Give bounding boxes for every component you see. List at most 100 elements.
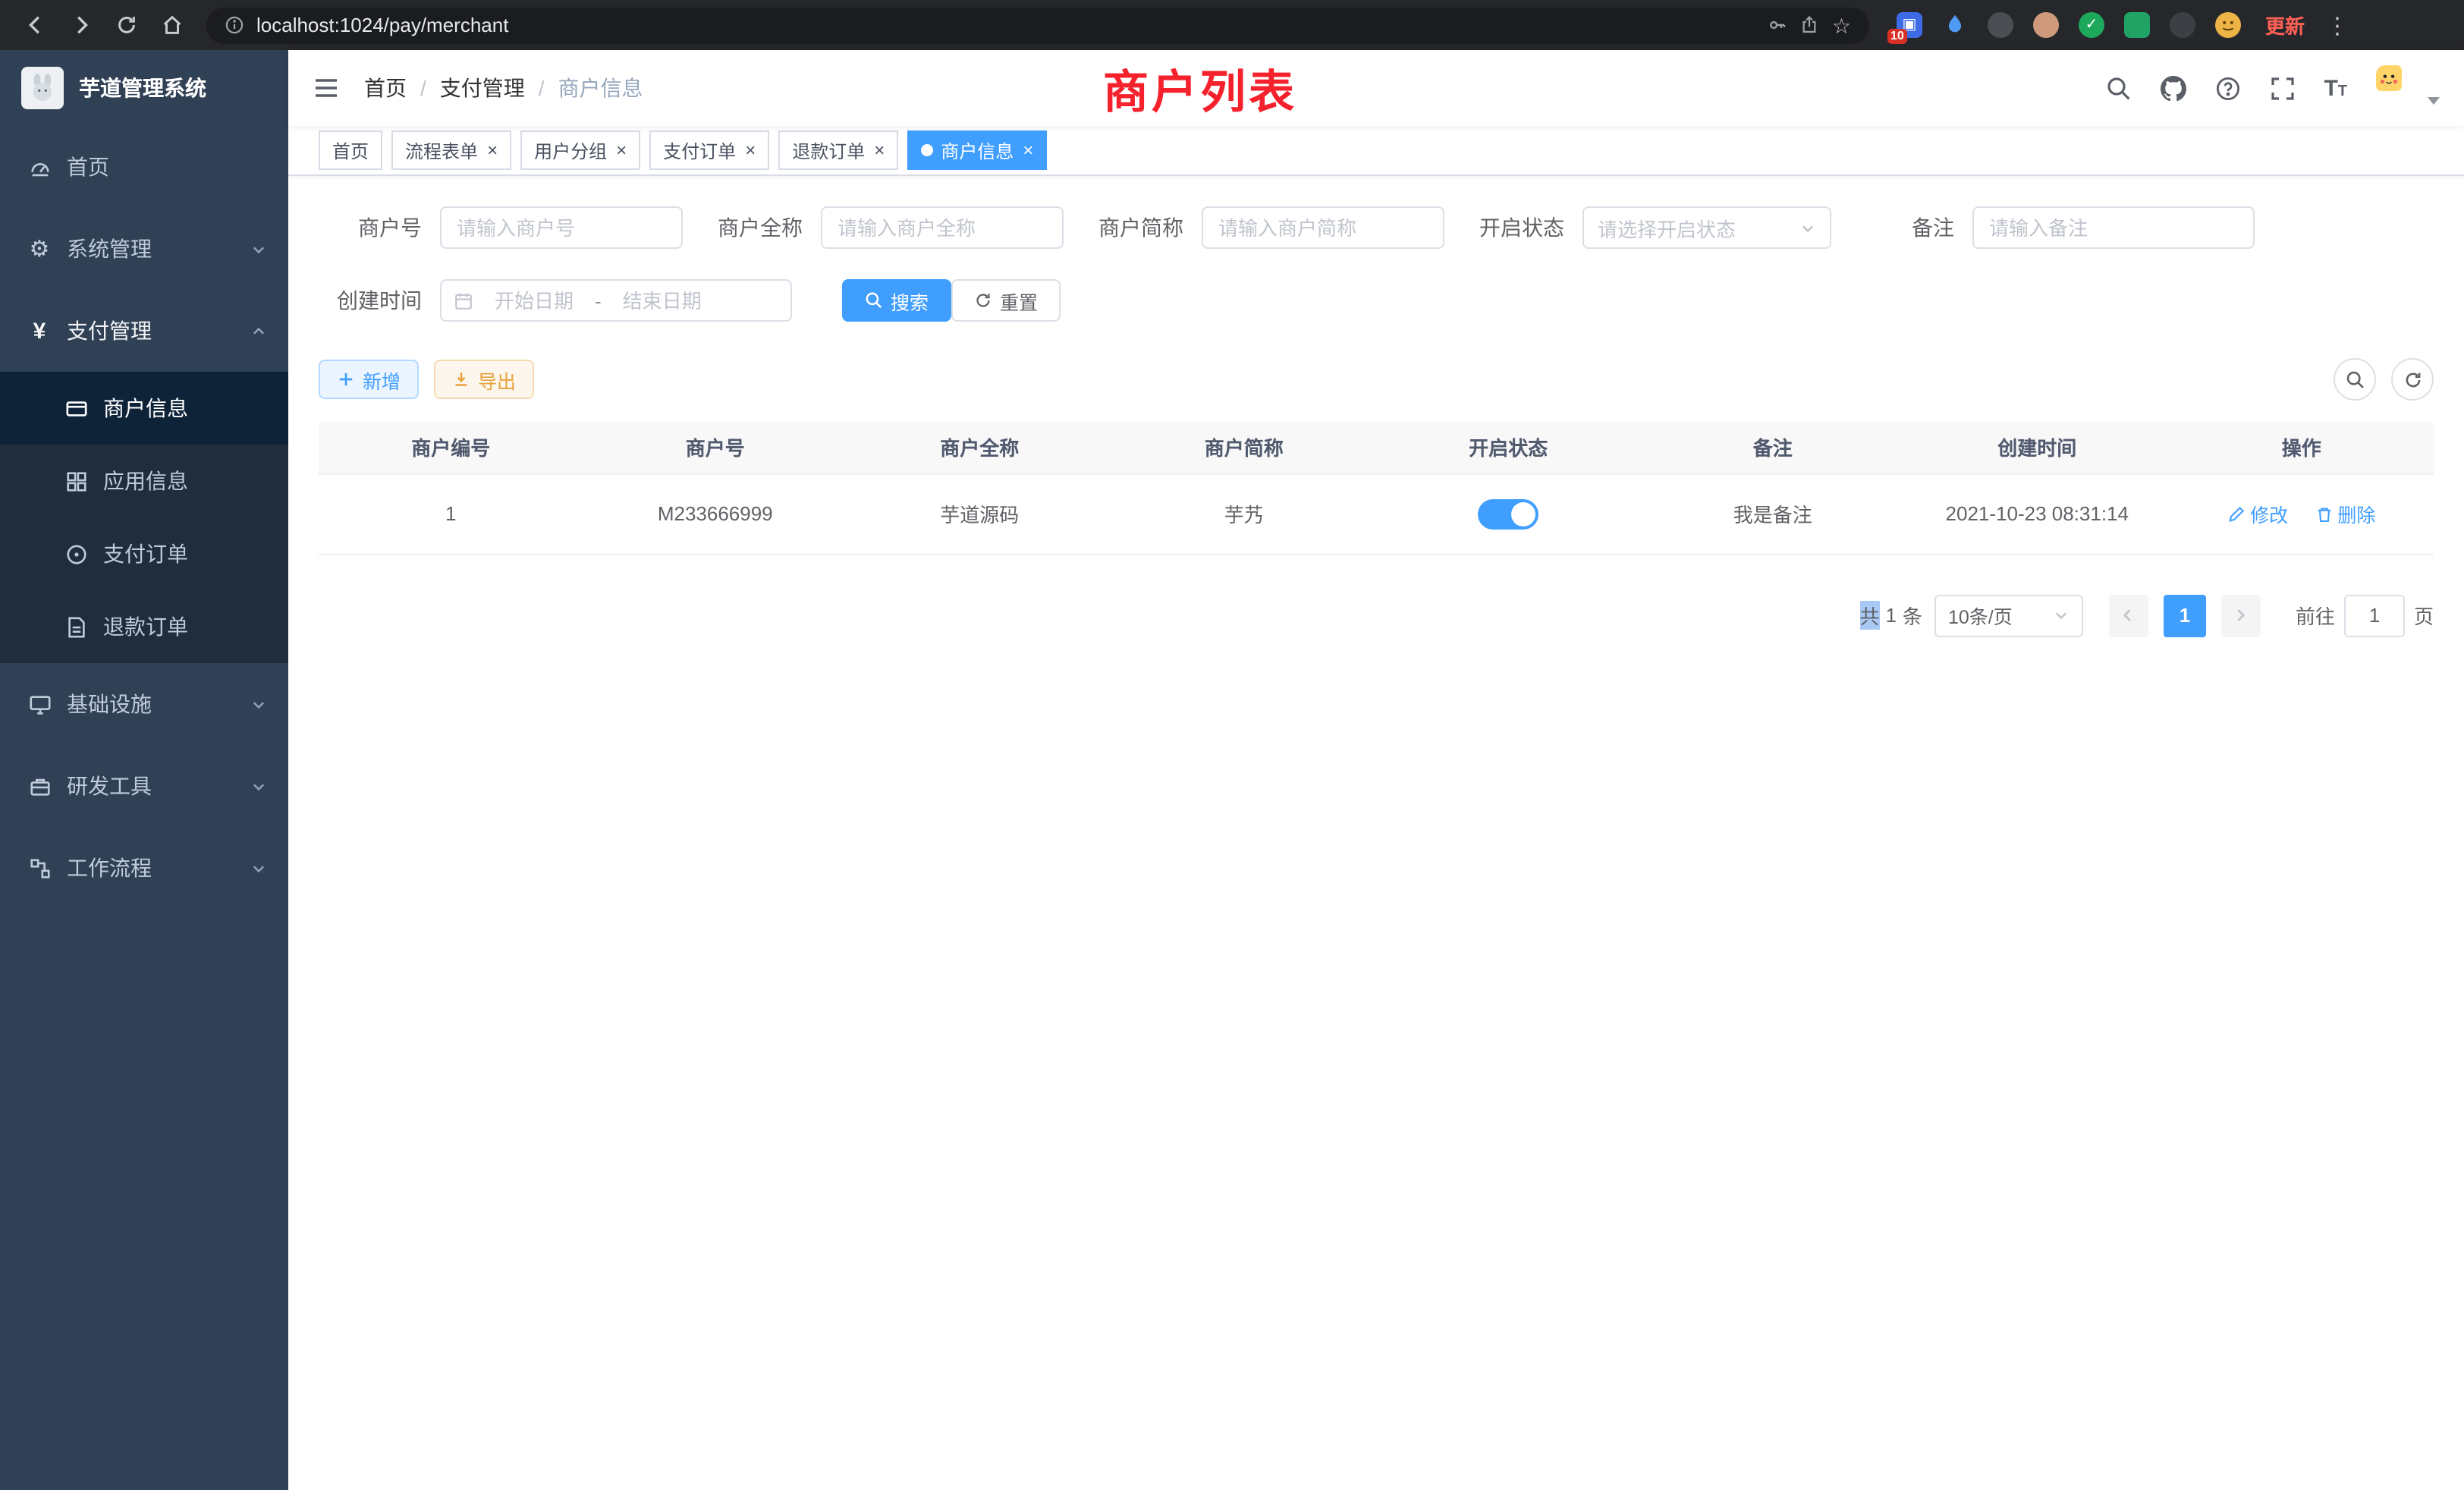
export-button[interactable]: 导出 [434, 360, 534, 399]
reload-button[interactable] [106, 5, 146, 45]
profile-avatar-icon[interactable] [2215, 12, 2241, 38]
full-name-input[interactable] [821, 206, 1064, 249]
ext-avatar-icon[interactable] [2033, 12, 2059, 38]
sidebar-item-infrastructure[interactable]: 基础设施 [0, 663, 288, 745]
reload-icon [115, 14, 137, 36]
sidebar-item-app-info[interactable]: 应用信息 [0, 445, 288, 517]
sidebar-item-label: 系统管理 [67, 234, 235, 264]
back-button[interactable] [15, 5, 55, 45]
reset-button[interactable]: 重置 [951, 279, 1061, 322]
extensions-puzzle-icon[interactable]: ▣ 10 [1897, 12, 1922, 38]
address-bar[interactable]: localhost:1024/pay/merchant ☆ [206, 7, 1869, 43]
close-icon[interactable]: × [487, 141, 498, 159]
sidebar-item-system[interactable]: ⚙ 系统管理 [0, 208, 288, 290]
browser-menu-icon[interactable]: ⋮ [2326, 11, 2349, 39]
fullscreen-icon[interactable] [2269, 75, 2295, 101]
tab-home[interactable]: 首页 [319, 130, 382, 170]
refresh-table-button[interactable] [2391, 358, 2434, 401]
close-icon[interactable]: × [874, 141, 885, 159]
start-date-input[interactable] [476, 289, 592, 312]
filter-remark: 备注 [1912, 206, 2255, 249]
ext-pin-icon[interactable] [2170, 12, 2195, 38]
app-logo[interactable]: 芋道管理系统 [0, 50, 288, 126]
ext-green-check-icon[interactable]: ✓ [2079, 12, 2104, 38]
help-icon[interactable] [2214, 75, 2240, 101]
browser-update-button[interactable]: 更新 [2265, 11, 2305, 39]
ext-green-square-icon[interactable] [2124, 12, 2150, 38]
trash-icon [2315, 505, 2333, 523]
chevron-down-icon [250, 240, 267, 257]
status-select-placeholder: 请选择开启状态 [1598, 213, 1736, 242]
edit-link[interactable]: 修改 [2227, 499, 2288, 528]
status-toggle[interactable] [1478, 498, 1538, 529]
site-info-icon[interactable] [225, 15, 244, 35]
cell-create-time: 2021-10-23 08:31:14 [1905, 473, 2170, 554]
close-icon[interactable]: × [616, 141, 627, 159]
url-text[interactable]: localhost:1024/pay/merchant [256, 14, 1756, 36]
ext-drop-icon[interactable] [1942, 12, 1968, 38]
tab-merchant-info[interactable]: 商户信息 × [907, 130, 1047, 170]
sidebar-item-payment[interactable]: ¥ 支付管理 [0, 290, 288, 372]
delete-link[interactable]: 删除 [2315, 499, 2375, 528]
back-arrow-icon [24, 14, 46, 36]
close-icon[interactable]: × [745, 141, 756, 159]
screen: localhost:1024/pay/merchant ☆ ▣ 10 ✓ 更新 … [0, 0, 2464, 1490]
sidebar-item-dev-tools[interactable]: 研发工具 [0, 745, 288, 827]
add-button[interactable]: 新增 [319, 360, 419, 399]
sidebar-item-workflow[interactable]: 工作流程 [0, 827, 288, 909]
font-size-icon[interactable]: TT [2324, 75, 2347, 101]
show-search-toggle-button[interactable] [2334, 358, 2376, 401]
search-button[interactable]: 搜索 [842, 279, 951, 322]
sidebar-item-home[interactable]: 首页 [0, 126, 288, 208]
prev-page-button[interactable] [2109, 594, 2148, 637]
next-page-button[interactable] [2221, 594, 2261, 637]
filter-row-1: 商户号 商户全称 商户简称 开启状态 请选择开启状态 [319, 206, 2434, 249]
user-avatar-menu[interactable] [2376, 65, 2440, 111]
bookmark-star-icon[interactable]: ☆ [1832, 14, 1851, 36]
caret-down-icon [2428, 97, 2440, 105]
breadcrumb-item[interactable]: 支付管理 [440, 73, 525, 103]
remark-input[interactable] [1972, 206, 2255, 249]
end-date-input[interactable] [605, 289, 720, 312]
sidebar-item-merchant-info[interactable]: 商户信息 [0, 372, 288, 445]
sidebar-item-pay-order[interactable]: 支付订单 [0, 517, 288, 590]
home-icon [160, 14, 183, 36]
export-button-label: 导出 [478, 365, 516, 394]
pagination: 共 1 条 10条/页 1 前 [319, 594, 2434, 637]
page-size-select[interactable]: 10条/页 [1934, 594, 2083, 637]
pagination-total: 共 1 条 [1859, 601, 1922, 630]
goto-page-input[interactable] [2344, 594, 2405, 637]
tab-label: 退款订单 [792, 137, 865, 163]
refresh-icon [974, 291, 992, 310]
close-icon[interactable]: × [1023, 141, 1033, 159]
filter-full-name: 商户全称 [718, 206, 1064, 249]
breadcrumb: 首页 / 支付管理 / 商户信息 [364, 73, 643, 103]
merchant-no-input[interactable] [440, 206, 683, 249]
breadcrumb-item[interactable]: 首页 [364, 73, 407, 103]
browser-toolbar: localhost:1024/pay/merchant ☆ ▣ 10 ✓ 更新 … [0, 0, 2464, 50]
github-icon[interactable] [2160, 75, 2186, 101]
tab-user-group[interactable]: 用户分组 × [520, 130, 640, 170]
date-range-picker[interactable]: - [440, 279, 792, 322]
forward-button[interactable] [61, 5, 100, 45]
home-button[interactable] [152, 5, 191, 45]
tab-refund-order[interactable]: 退款订单 × [778, 130, 898, 170]
short-name-input[interactable] [1202, 206, 1444, 249]
search-icon[interactable] [2105, 75, 2131, 101]
remark-label: 备注 [1912, 212, 1972, 243]
ext-dark-icon[interactable] [1988, 12, 2013, 38]
share-icon[interactable] [1800, 15, 1820, 35]
sidebar: 芋道管理系统 首页 ⚙ 系统管理 ¥ 支付管理 [0, 50, 288, 1490]
tab-label: 首页 [332, 137, 369, 163]
tab-pay-order[interactable]: 支付订单 × [649, 130, 769, 170]
main-area: 首页 / 支付管理 / 商户信息 商户列表 [288, 50, 2464, 1490]
status-select[interactable]: 请选择开启状态 [1582, 206, 1831, 249]
search-button-label: 搜索 [891, 286, 929, 315]
tab-process-form[interactable]: 流程表单 × [391, 130, 511, 170]
password-key-icon[interactable] [1768, 15, 1788, 35]
chevron-down-icon [250, 860, 267, 876]
sidebar-item-refund-order[interactable]: 退款订单 [0, 590, 288, 663]
hamburger-icon[interactable] [313, 74, 340, 102]
tab-label: 支付订单 [663, 137, 736, 163]
page-number-button[interactable]: 1 [2164, 594, 2206, 637]
